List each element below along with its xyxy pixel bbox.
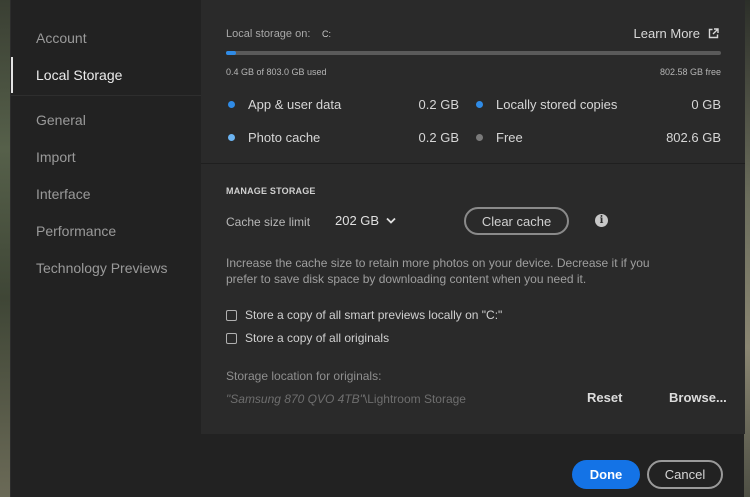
legend-label: Locally stored copies bbox=[496, 97, 618, 112]
storage-location-path: "Samsung 870 QVO 4TB"\Lightroom Storage bbox=[226, 392, 466, 406]
cancel-button[interactable]: Cancel bbox=[647, 460, 723, 489]
preferences-dialog: Account Local Storage General Import Int… bbox=[10, 0, 745, 497]
legend-value: 0.2 GB bbox=[418, 130, 459, 145]
legend-dot bbox=[476, 134, 483, 141]
smart-previews-checkbox-row[interactable]: Store a copy of all smart previews local… bbox=[226, 308, 502, 322]
storage-usage-bar bbox=[226, 51, 721, 55]
legend-free: Free bbox=[476, 130, 523, 145]
info-icon[interactable]: i bbox=[595, 214, 608, 227]
external-link-icon bbox=[708, 28, 719, 39]
storage-drive: C: bbox=[322, 29, 331, 39]
legend-locally-stored-copies: Locally stored copies bbox=[476, 97, 617, 112]
cache-size-dropdown[interactable]: 202 GB bbox=[335, 213, 396, 228]
learn-more-label: Learn More bbox=[633, 26, 700, 41]
cache-size-value: 202 GB bbox=[335, 213, 380, 228]
sidebar-item-technology-previews[interactable]: Technology Previews bbox=[11, 250, 201, 286]
originals-checkbox-label: Store a copy of all originals bbox=[245, 331, 390, 345]
storage-usage-fill bbox=[226, 51, 236, 55]
storage-free-text: 802.58 GB free bbox=[659, 67, 721, 77]
legend-value: 0 GB bbox=[691, 97, 721, 112]
clear-cache-button[interactable]: Clear cache bbox=[464, 207, 569, 235]
sidebar-item-local-storage[interactable]: Local Storage bbox=[11, 57, 201, 93]
sidebar-divider bbox=[11, 95, 201, 96]
sidebar-item-general[interactable]: General bbox=[11, 102, 201, 138]
storage-location-drive: "Samsung 870 QVO 4TB" bbox=[226, 392, 364, 406]
smart-previews-checkbox[interactable] bbox=[226, 309, 237, 321]
legend-label: Photo cache bbox=[248, 130, 321, 145]
legend-photo-cache: Photo cache bbox=[228, 130, 320, 145]
chevron-down-icon bbox=[386, 217, 396, 224]
manage-storage-heading: MANAGE STORAGE bbox=[226, 186, 316, 196]
storage-location-label: Storage location for originals: bbox=[226, 369, 382, 383]
cache-size-label: Cache size limit bbox=[226, 215, 311, 229]
learn-more-link[interactable]: Learn More bbox=[634, 26, 719, 41]
legend-label: App & user data bbox=[248, 97, 342, 112]
sidebar: Account Local Storage General Import Int… bbox=[11, 0, 201, 430]
originals-checkbox[interactable] bbox=[226, 332, 237, 344]
legend-dot bbox=[476, 101, 483, 108]
sidebar-item-performance[interactable]: Performance bbox=[11, 213, 201, 249]
local-storage-panel: Local storage on: C: Learn More 0.4 GB o… bbox=[201, 0, 745, 434]
done-button[interactable]: Done bbox=[572, 460, 640, 489]
storage-label: Local storage on: bbox=[226, 28, 311, 40]
legend-dot bbox=[228, 134, 235, 141]
background-left bbox=[0, 0, 10, 497]
reset-button[interactable]: Reset bbox=[587, 390, 622, 405]
sidebar-item-account[interactable]: Account bbox=[11, 20, 201, 56]
sidebar-item-import[interactable]: Import bbox=[11, 139, 201, 175]
legend-value: 802.6 GB bbox=[666, 130, 721, 145]
legend-label: Free bbox=[496, 130, 523, 145]
storage-location-folder: \Lightroom Storage bbox=[363, 392, 466, 406]
legend-dot bbox=[228, 101, 235, 108]
sidebar-item-interface[interactable]: Interface bbox=[11, 176, 201, 212]
cache-description: Increase the cache size to retain more p… bbox=[226, 256, 650, 286]
storage-used-text: 0.4 GB of 803.0 GB used bbox=[226, 67, 327, 77]
legend-app-user-data: App & user data bbox=[228, 97, 341, 112]
browse-button[interactable]: Browse... bbox=[669, 390, 727, 405]
originals-checkbox-row[interactable]: Store a copy of all originals bbox=[226, 331, 389, 345]
smart-previews-checkbox-label: Store a copy of all smart previews local… bbox=[245, 308, 503, 322]
legend-value: 0.2 GB bbox=[418, 97, 459, 112]
section-divider bbox=[201, 163, 745, 164]
